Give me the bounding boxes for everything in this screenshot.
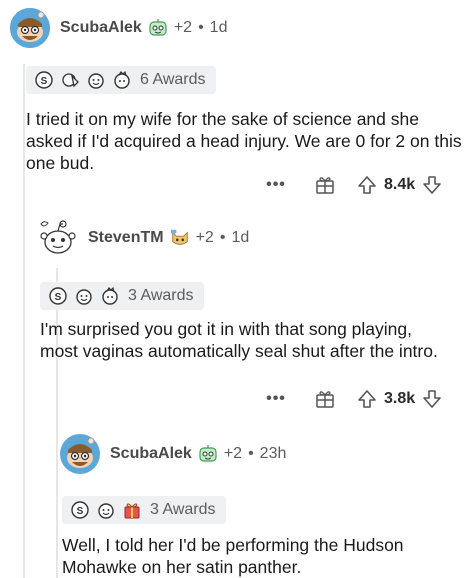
gift-award-button-icon[interactable]	[314, 174, 336, 196]
snoo-avatar-icon[interactable]	[60, 434, 100, 474]
comment-actions-1: ••• 8.4k	[264, 174, 443, 196]
downvote-arrow-icon[interactable]	[421, 174, 443, 196]
awards-count: 3 Awards	[150, 501, 216, 518]
robot-face-icon	[198, 444, 218, 464]
awards-row: S 3 Awards	[40, 282, 204, 311]
awarder-count: +2	[223, 445, 243, 462]
awards-count: 3 Awards	[128, 287, 194, 304]
comment-header: StevenTM +2 • 1d	[38, 218, 468, 258]
awards-count: 6 Awards	[140, 71, 206, 88]
comment-1: ScubaAlek +2 • 1d S 6 Awards I tried it …	[10, 8, 470, 173]
facepalm-award-icon	[60, 70, 80, 90]
separator-dot: •	[219, 229, 226, 246]
comment-actions-2: ••• 3.8k	[264, 388, 443, 410]
silver-award-icon: S	[48, 286, 68, 306]
silver-award-icon: S	[70, 500, 90, 520]
wholesome-award-icon	[74, 286, 94, 306]
timestamp: 23h	[259, 445, 287, 462]
comment-body: I'm surprised you got it in with that so…	[40, 319, 438, 361]
username[interactable]: ScubaAlek	[110, 445, 192, 463]
separator-dot: •	[248, 445, 254, 462]
gift-box-award-icon	[122, 500, 142, 520]
wholesome-award-icon	[86, 70, 106, 90]
awards-row: S 3 Awards	[62, 496, 226, 525]
awards-badge[interactable]: S 6 Awards	[26, 66, 216, 94]
downvote-arrow-icon[interactable]	[421, 388, 443, 410]
snoo-avatar-icon[interactable]	[10, 8, 50, 48]
svg-text:S: S	[77, 506, 84, 517]
timestamp: 1d	[231, 229, 250, 246]
timestamp: 1d	[209, 19, 228, 36]
comment-body: I tried it on my wife for the sake of sc…	[26, 109, 462, 173]
svg-text:S: S	[55, 292, 62, 303]
comment-2: StevenTM +2 • 1d S 3 Awards I'm surprise…	[38, 218, 468, 361]
comment-3: ScubaAlek +2 • 23h S 3 Awards Well, I to…	[60, 434, 470, 577]
separator-dot: •	[198, 19, 204, 36]
awarder-count: +2	[173, 19, 193, 36]
more-options-button[interactable]: •••	[264, 390, 288, 408]
thread-line-level-1[interactable]	[23, 64, 25, 578]
svg-text:S: S	[41, 76, 48, 87]
gift-award-icon	[112, 70, 132, 90]
vote-score: 8.4k	[384, 176, 416, 193]
vote-score: 3.8k	[384, 390, 416, 407]
wholesome-award-icon	[96, 500, 116, 520]
upvote-arrow-icon[interactable]	[356, 388, 378, 410]
awarder-count: +2	[195, 229, 214, 246]
silver-award-icon: S	[34, 70, 54, 90]
thread-line-level-2[interactable]	[56, 268, 58, 578]
more-options-button[interactable]: •••	[264, 176, 288, 194]
awards-badge[interactable]: S 3 Awards	[40, 282, 204, 310]
awards-row: S 6 Awards	[26, 66, 216, 95]
comment-header: ScubaAlek +2 • 23h	[60, 434, 470, 474]
username[interactable]: StevenTM	[88, 229, 164, 247]
gift-award-button-icon[interactable]	[314, 388, 336, 410]
snoo-avatar-icon[interactable]	[38, 218, 78, 258]
awards-badge[interactable]: S 3 Awards	[62, 496, 226, 524]
username[interactable]: ScubaAlek	[60, 19, 142, 37]
cat-face-icon	[170, 228, 190, 248]
robot-face-icon	[148, 18, 168, 38]
comment-header: ScubaAlek +2 • 1d	[10, 8, 470, 48]
comment-body: Well, I told her I'd be performing the H…	[62, 535, 404, 577]
upvote-arrow-icon[interactable]	[356, 174, 378, 196]
gift-award-icon	[100, 286, 120, 306]
